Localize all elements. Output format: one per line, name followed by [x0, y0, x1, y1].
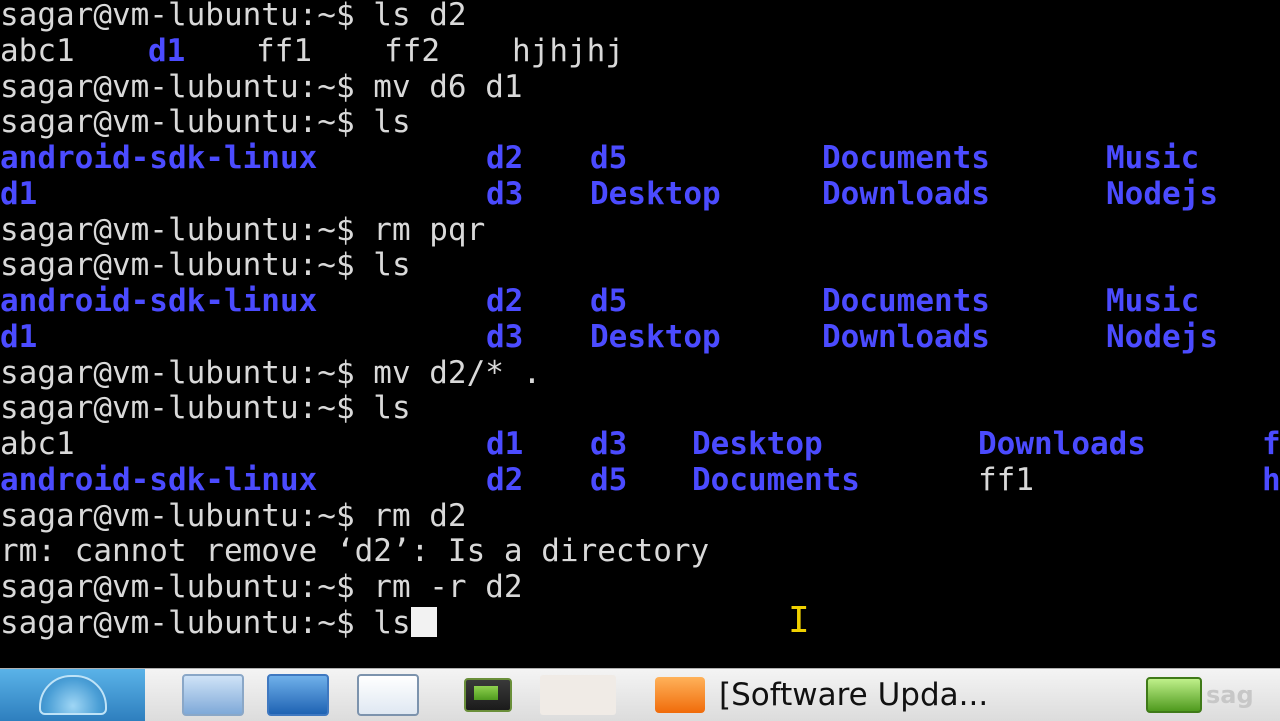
text-cursor-icon: I [788, 600, 810, 641]
window-icon [357, 674, 419, 716]
directory-entry: Documents [692, 461, 860, 498]
ls-output-row: d1 d3 Desktop Downloads Nodejs [0, 176, 1280, 212]
directory-entry: Nodejs [1106, 318, 1218, 355]
directory-entry: Music [1106, 283, 1200, 319]
file-entry: ff2 [384, 32, 440, 69]
directory-entry: Documents [822, 283, 990, 319]
ls-output-row: android-sdk-linux d2 d5 Documents Music [0, 140, 1280, 176]
error-output: rm: cannot remove ‘d2’: Is a directory [0, 533, 1280, 569]
directory-entry: d1 [0, 175, 38, 212]
error-message: rm: cannot remove ‘d2’: Is a directory [0, 533, 710, 570]
network-launcher[interactable] [262, 673, 334, 717]
shell-command: ls [373, 247, 411, 284]
shell-prompt: sagar@vm-lubuntu:~$ [0, 569, 374, 605]
shell-command: ls [373, 604, 411, 641]
shell-command: rm pqr [373, 211, 486, 248]
command-line: sagar@vm-lubuntu:~$ ls [0, 390, 1280, 426]
directory-entry: Nodejs [1106, 175, 1218, 212]
task-label: [Software Upda... [719, 677, 989, 713]
shell-prompt: sagar@vm-lubuntu:~$ [0, 211, 374, 248]
directory-entry: d3 [486, 318, 524, 355]
directory-entry: d5 [590, 140, 628, 176]
directory-entry: d2 [486, 461, 524, 498]
shell-command: ls [373, 104, 411, 141]
directory-entry: d2 [486, 283, 524, 319]
task-button-terminal[interactable] [1142, 673, 1206, 717]
command-line: sagar@vm-lubuntu:~$ mv d6 d1 [0, 69, 1280, 105]
start-menu-button[interactable] [0, 669, 145, 721]
directory-entry: Desktop [590, 318, 721, 355]
file-entry: hjhjhj [512, 32, 624, 69]
terminal-window[interactable]: sagar@vm-lubuntu:~$ ls d2 abc1 d1 ff1 ff2 hjh… [0, 0, 1280, 668]
ls-output-row: abc1 d1 d3 Desktop Downloads f [0, 426, 1280, 462]
shell-prompt: sagar@vm-lubuntu:~$ [0, 68, 374, 105]
lubuntu-start-icon [38, 675, 107, 715]
shell-prompt: sagar@vm-lubuntu:~$ [0, 390, 374, 427]
file-entry: ff1 [978, 461, 1034, 498]
command-line: sagar@vm-lubuntu:~$ mv d2/* . [0, 355, 1280, 391]
taskbar: [Software Upda... sag [0, 668, 1280, 721]
directory-entry: Downloads [822, 175, 990, 212]
directory-entry: h [1262, 461, 1280, 498]
shell-prompt: sagar@vm-lubuntu:~$ [0, 0, 374, 33]
shell-prompt: sagar@vm-lubuntu:~$ [0, 247, 374, 284]
shell-command: rm -r d2 [373, 569, 523, 605]
directory-entry: android-sdk-linux [0, 140, 318, 176]
shell-prompt: sagar@vm-lubuntu:~$ [0, 604, 374, 641]
file-entry: ff1 [256, 32, 312, 69]
command-line: sagar@vm-lubuntu:~$ rm -r d2 [0, 569, 1280, 605]
ls-output-row: d1 d3 Desktop Downloads Nodejs [0, 319, 1280, 355]
ls-output-row: abc1 d1 ff1 ff2 hjhjhj [0, 33, 1280, 69]
file-entry: abc1 [0, 32, 75, 69]
task-button-software-updater[interactable]: [Software Upda... [655, 673, 1115, 717]
shell-command: mv d6 d1 [373, 68, 523, 105]
terminal-launcher[interactable] [458, 673, 518, 717]
directory-entry: d3 [486, 175, 524, 212]
shell-command: rm d2 [373, 497, 467, 534]
directory-entry: android-sdk-linux [0, 461, 318, 498]
directory-entry: d1 [148, 32, 186, 69]
ls-output-row: android-sdk-linux d2 d5 Documents Music [0, 283, 1280, 319]
command-line: sagar@vm-lubuntu:~$ rm d2 [0, 498, 1280, 534]
file-manager-icon [182, 674, 244, 716]
directory-entry: d1 [0, 318, 38, 355]
directory-entry: Desktop [590, 175, 721, 212]
directory-entry: d5 [590, 461, 628, 498]
shell-prompt: sagar@vm-lubuntu:~$ [0, 497, 374, 534]
directory-entry: Documents [822, 140, 990, 176]
directory-entry: android-sdk-linux [0, 283, 318, 319]
directory-entry: Downloads [978, 426, 1146, 462]
tray-label: sag [1206, 681, 1254, 709]
command-line: sagar@vm-lubuntu:~$ ls [0, 104, 1280, 140]
shell-prompt: sagar@vm-lubuntu:~$ [0, 104, 374, 141]
directory-entry: d5 [590, 283, 628, 319]
directory-entry: d2 [486, 140, 524, 176]
shell-command: mv d2/* . [373, 354, 542, 391]
shell-command: ls [373, 390, 411, 427]
command-line: sagar@vm-lubuntu:~$ ls d2 [0, 0, 1280, 33]
software-updater-icon [655, 677, 705, 713]
shell-command: ls d2 [373, 0, 467, 33]
directory-entry: Music [1106, 140, 1200, 176]
shell-prompt: sagar@vm-lubuntu:~$ [0, 354, 374, 391]
command-line: sagar@vm-lubuntu:~$ rm pqr [0, 212, 1280, 248]
ls-output-row: android-sdk-linux d2 d5 Documents ff1 h [0, 462, 1280, 498]
task-button-blank[interactable] [540, 675, 616, 715]
directory-entry: Desktop [692, 426, 823, 462]
terminal-cursor [410, 606, 437, 637]
window-launcher[interactable] [352, 673, 424, 717]
directory-entry: Downloads [822, 318, 990, 355]
command-line: sagar@vm-lubuntu:~$ ls [0, 605, 1280, 641]
directory-entry: f [1262, 426, 1280, 462]
network-icon [267, 674, 329, 716]
terminal-icon [1146, 677, 1202, 713]
command-line: sagar@vm-lubuntu:~$ ls [0, 247, 1280, 283]
directory-entry: d1 [486, 426, 524, 462]
directory-entry: d3 [590, 426, 628, 462]
terminal-icon [464, 678, 512, 712]
file-entry: abc1 [0, 426, 75, 462]
file-manager-launcher[interactable] [178, 673, 248, 717]
